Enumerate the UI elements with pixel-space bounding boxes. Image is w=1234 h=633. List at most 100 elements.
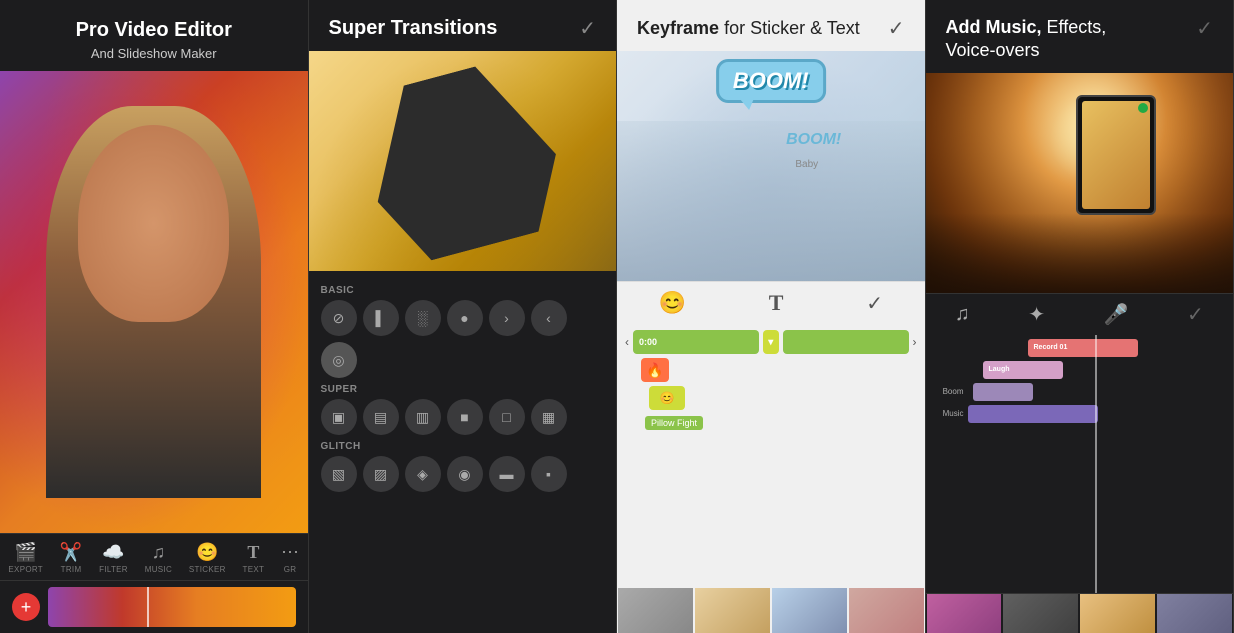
audio-bar-laugh-text: Laugh (989, 366, 1010, 373)
panel2-header: Super Transitions ✓ (309, 0, 617, 51)
boom3-small-text: Baby (795, 159, 818, 170)
kf-clip-main[interactable]: 0:00 (633, 330, 759, 354)
kf-clip-smiley[interactable]: 😊 (649, 386, 685, 410)
toolbar-item-sticker[interactable]: 😊 STICKER (189, 542, 226, 574)
panel3-header: Keyframe for Sticker & Text ✓ (617, 0, 925, 51)
section-basic-label: BASIC (321, 285, 605, 296)
section-super-label: SUPER (321, 384, 605, 395)
kf-clip-flame[interactable]: 🔥 (641, 358, 669, 382)
toolbar-item-filter[interactable]: ☁️ FILTER (99, 542, 128, 574)
kf-nav-right[interactable]: › (913, 335, 917, 349)
trans-icon-7[interactable]: ◎ (321, 342, 357, 378)
super-icon-5[interactable]: □ (489, 399, 525, 435)
audio-track-record: Record 01 (934, 339, 1226, 357)
toolbar-item-trim[interactable]: ✂️ TRIM (60, 542, 82, 574)
audio-bar-music[interactable] (968, 405, 1098, 423)
glitch-icon-grid: ▧ ▨ ◈ ◉ ▬ ▪ (321, 456, 605, 492)
p4-effects-icon[interactable]: ✦ (1028, 302, 1045, 327)
trans-icon-1[interactable]: ⊘ (321, 300, 357, 336)
panel-transitions: Super Transitions ✓ BASIC ⊘ ▌ ░ ● › ‹ ◎ … (309, 0, 618, 633)
trans-icon-3[interactable]: ░ (405, 300, 441, 336)
kf-clip-right[interactable] (783, 330, 909, 354)
label-track: Pillow Fight (625, 414, 917, 432)
panel1-photo-bg (0, 71, 308, 533)
panel3-boom-image: BOOM! BOOM! Baby (617, 51, 925, 281)
p4-mic-icon[interactable]: 🎤 (1104, 302, 1129, 327)
girl-silhouette (46, 106, 261, 499)
kf-nav-left[interactable]: ‹ (625, 335, 629, 349)
super-icon-6[interactable]: ▦ (531, 399, 567, 435)
panel1-bottom-bar: + (0, 580, 308, 633)
panel4-title-bold: Add Music, (946, 17, 1042, 37)
audio-bar-record[interactable]: Record 01 (1028, 339, 1138, 357)
panel3-check-toolbar-icon[interactable]: ✓ (866, 291, 883, 316)
music-icon: ♫ (152, 542, 166, 563)
timeline-playhead (1095, 335, 1097, 593)
transitions-panel: BASIC ⊘ ▌ ░ ● › ‹ ◎ SUPER ▣ ▤ ▥ ■ □ ▦ GL… (309, 271, 617, 633)
toolbar-item-music[interactable]: ♫ MUSIC (145, 542, 172, 574)
timeline-strip[interactable] (48, 587, 296, 627)
phone-indicator (1138, 103, 1148, 113)
toolbar-item-gr[interactable]: ⋯ GR (281, 542, 299, 574)
thumb2-2 (1003, 594, 1078, 633)
kf-track-main: ‹ 0:00 ▾ › (625, 330, 917, 354)
glitch-icon-3[interactable]: ◈ (405, 456, 441, 492)
panel4-toolbar: ♫ ✦ 🎤 ✓ (926, 293, 1234, 335)
filter-label: FILTER (99, 565, 128, 574)
glitch-icon-6[interactable]: ▪ (531, 456, 567, 492)
panel4-title: Add Music, Effects,Voice-overs (946, 16, 1107, 63)
super-icon-3[interactable]: ▥ (405, 399, 441, 435)
export-icon: 🎬 (14, 542, 36, 563)
filter-icon: ☁️ (102, 542, 124, 563)
export-label: EXPORT (8, 565, 43, 574)
panel3-check-icon[interactable]: ✓ (888, 16, 905, 41)
super-icon-grid: ▣ ▤ ▥ ■ □ ▦ (321, 399, 605, 435)
panel2-check-icon[interactable]: ✓ (579, 16, 596, 41)
panel4-header: Add Music, Effects,Voice-overs ✓ (926, 0, 1234, 73)
trans-icon-4[interactable]: ● (447, 300, 483, 336)
skater-silhouette (350, 52, 574, 270)
kf-clip-time: 0:00 (639, 337, 657, 347)
super-icon-1[interactable]: ▣ (321, 399, 357, 435)
trim-icon: ✂️ (60, 542, 82, 563)
toolbar-item-export[interactable]: 🎬 EXPORT (8, 542, 43, 574)
p4-check-icon[interactable]: ✓ (1187, 302, 1204, 327)
p4-music-icon[interactable]: ♫ (955, 303, 970, 326)
audio-track-boom: Boom (934, 383, 1226, 401)
panel1-main-title: Pro Video Editor (20, 18, 288, 42)
concert-fade (926, 213, 1234, 293)
panel3-text-icon[interactable]: T (769, 290, 784, 316)
trans-icon-5[interactable]: › (489, 300, 525, 336)
glitch-icon-5[interactable]: ▬ (489, 456, 525, 492)
toolbar-item-text[interactable]: T TEXT (243, 542, 265, 574)
panel3-toolbar: 😊 T ✓ (617, 281, 925, 324)
photo-bg-people (617, 121, 925, 281)
audio-bar-boom[interactable] (973, 383, 1033, 401)
audio-track-laugh: Laugh (934, 361, 1226, 379)
boom2-text: BOOM! (786, 131, 841, 149)
panel3-thumb-strip (617, 588, 925, 633)
panel4-check-icon[interactable]: ✓ (1196, 16, 1213, 41)
kf-clip-arrow: ▾ (763, 330, 779, 354)
glitch-icon-4[interactable]: ◉ (447, 456, 483, 492)
panel-keyframe: Keyframe for Sticker & Text ✓ BOOM! BOOM… (617, 0, 926, 633)
super-icon-4[interactable]: ■ (447, 399, 483, 435)
glitch-icon-1[interactable]: ▧ (321, 456, 357, 492)
sticker-icon: 😊 (196, 542, 218, 563)
panel2-skater-image (309, 51, 617, 271)
audio-tracks-area: Record 01 Laugh Boom Music (926, 335, 1234, 593)
super-icon-2[interactable]: ▤ (363, 399, 399, 435)
trans-icon-6[interactable]: ‹ (531, 300, 567, 336)
audio-bar-laugh[interactable]: Laugh (983, 361, 1063, 379)
thumb-2 (695, 588, 770, 633)
glitch-icon-2[interactable]: ▨ (363, 456, 399, 492)
panel1-image-area (0, 71, 308, 533)
gr-label: GR (284, 565, 297, 574)
basic-icon-grid: ⊘ ▌ ░ ● › ‹ ◎ (321, 300, 605, 378)
panel3-title-normal: for Sticker & Text (724, 18, 860, 38)
panel1-toolbar: 🎬 EXPORT ✂️ TRIM ☁️ FILTER ♫ MUSIC 😊 STI… (0, 533, 308, 580)
trans-icon-2[interactable]: ▌ (363, 300, 399, 336)
panel3-sticker-icon[interactable]: 😊 (658, 290, 685, 316)
add-button[interactable]: + (12, 593, 40, 621)
track-label-boom: Boom (934, 387, 964, 396)
